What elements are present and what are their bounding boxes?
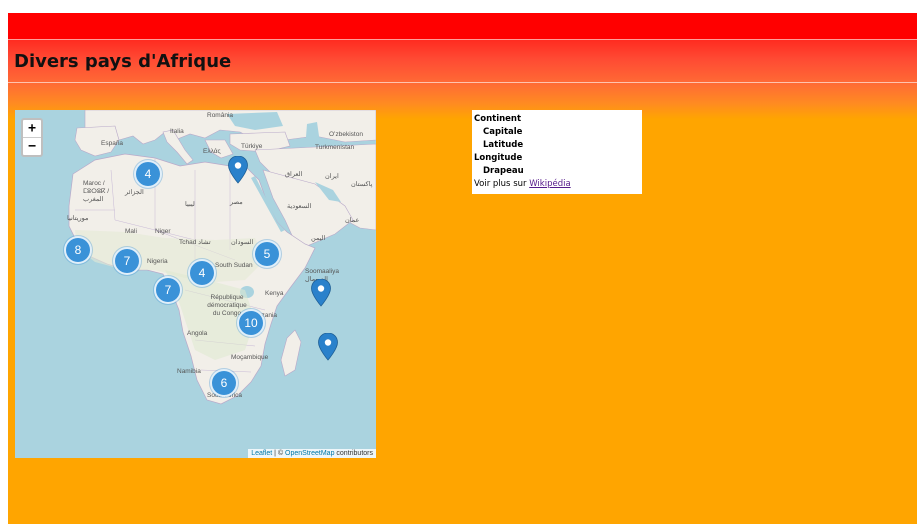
map-attribution: Leaflet | © OpenStreetMap contributors: [248, 449, 376, 458]
zoom-in-button[interactable]: +: [23, 120, 41, 137]
continent-label: Continent: [474, 114, 522, 124]
attribution-separator: | ©: [272, 450, 286, 457]
map-marker-mauritius-icon[interactable]: [318, 333, 338, 361]
zoom-control: + −: [21, 118, 43, 157]
longitude-label: Longitude: [474, 153, 523, 163]
marker-cluster-north-africa[interactable]: 4: [134, 160, 162, 188]
more-info-prefix: Voir plus sur: [474, 179, 530, 189]
capitale-label: Capitale: [483, 127, 523, 137]
latitude-label: Latitude: [483, 140, 524, 150]
openstreetmap-link[interactable]: OpenStreetMap: [285, 450, 334, 457]
header-divider-top: [8, 39, 917, 40]
leaflet-link[interactable]: Leaflet: [251, 450, 272, 457]
zoom-out-button[interactable]: −: [23, 137, 41, 155]
country-info-panel: Continent Capitale Latitude Longitude Dr…: [472, 110, 642, 194]
page: Divers pays d'Afrique + − România Italia…: [8, 13, 917, 524]
attribution-contributors: contributors: [334, 450, 373, 457]
africa-map[interactable]: + − România Italia España Türkiye Ελλάς …: [15, 110, 376, 458]
marker-cluster-southern-africa[interactable]: 6: [210, 369, 238, 397]
map-marker-egypt-icon[interactable]: [228, 156, 248, 184]
marker-cluster-gulf-of-guinea[interactable]: 7: [154, 276, 182, 304]
top-red-bar: [8, 13, 917, 39]
more-info-line: Voir plus sur Wikipédia: [474, 178, 642, 191]
page-title: Divers pays d'Afrique: [14, 51, 232, 72]
header-divider-bottom: [8, 82, 917, 83]
marker-cluster-east-africa[interactable]: 10: [237, 309, 265, 337]
marker-cluster-west-africa[interactable]: 7: [113, 247, 141, 275]
marker-cluster-central-africa[interactable]: 4: [188, 259, 216, 287]
map-marker-seychelles-icon[interactable]: [311, 279, 331, 307]
marker-cluster-west-coast[interactable]: 8: [64, 236, 92, 264]
marker-cluster-horn-of-africa[interactable]: 5: [253, 240, 281, 268]
wikipedia-link[interactable]: Wikipédia: [529, 179, 570, 189]
drapeau-label: Drapeau: [483, 166, 524, 176]
